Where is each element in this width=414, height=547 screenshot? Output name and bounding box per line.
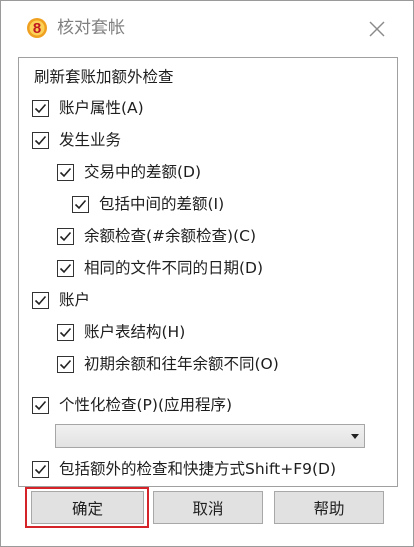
checkmark-icon — [59, 359, 72, 369]
checkbox[interactable] — [32, 99, 49, 117]
close-button[interactable] — [363, 15, 391, 43]
window-title: 核对套帐 — [57, 18, 125, 38]
cancel-button[interactable]: 取消 — [153, 491, 263, 524]
checkbox[interactable] — [72, 195, 89, 213]
option-label: 包括额外的检查和快捷方式Shift+F9(D) — [59, 460, 337, 478]
dialog-window: 8 核对套帐 刷新套账加额外检查 账户属性(A) 发生业务 交易中的差额(D) … — [0, 0, 414, 547]
checkmark-icon — [34, 103, 47, 113]
checkbox[interactable] — [32, 131, 49, 149]
checkbox[interactable] — [32, 460, 49, 478]
checkbox[interactable] — [57, 355, 74, 373]
checkmark-icon — [34, 135, 47, 145]
checkmark-icon — [59, 167, 72, 177]
option-transaction-differences[interactable]: 交易中的差额(D) — [57, 161, 201, 183]
option-extra-checks-shortcut[interactable]: 包括额外的检查和快捷方式Shift+F9(D) — [32, 458, 336, 480]
option-label: 交易中的差额(D) — [84, 163, 202, 181]
option-account-properties[interactable]: 账户属性(A) — [32, 97, 144, 119]
option-label: 发生业务 — [59, 131, 122, 149]
option-label: 初期余额和往年余额不同(O) — [84, 355, 279, 373]
option-same-file-different-dates[interactable]: 相同的文件不同的日期(D) — [57, 257, 263, 279]
dropdown-arrow-icon[interactable] — [351, 434, 359, 439]
option-label: 余额检查(#余额检查)(C) — [84, 227, 256, 245]
checkmark-icon — [59, 327, 72, 337]
title-bar[interactable]: 8 核对套帐 — [1, 1, 413, 57]
checkbox[interactable] — [57, 227, 74, 245]
option-label: 账户表结构(H) — [84, 323, 186, 341]
option-accounts[interactable]: 账户 — [32, 289, 90, 311]
checkbox[interactable] — [32, 396, 49, 414]
close-icon — [369, 21, 385, 37]
checkbox[interactable] — [57, 323, 74, 341]
app-logo-digit: 8 — [33, 20, 41, 37]
option-balance-check[interactable]: 余额检查(#余额检查)(C) — [57, 225, 256, 247]
option-label: 相同的文件不同的日期(D) — [84, 259, 264, 277]
option-transactions[interactable]: 发生业务 — [32, 129, 121, 151]
option-intermediate-differences[interactable]: 包括中间的差额(I) — [72, 193, 224, 215]
option-label: 账户 — [59, 291, 91, 309]
option-opening-balance[interactable]: 初期余额和往年余额不同(O) — [57, 353, 279, 375]
checkmark-icon — [34, 295, 47, 305]
checkmark-icon — [74, 199, 87, 209]
ok-button[interactable]: 确定 — [31, 491, 144, 524]
options-heading: 刷新套账加额外检查 — [34, 68, 174, 86]
checkbox[interactable] — [57, 163, 74, 181]
option-account-structure[interactable]: 账户表结构(H) — [57, 321, 185, 343]
app-logo-icon: 8 — [27, 18, 47, 38]
checkmark-icon — [59, 231, 72, 241]
checkmark-icon — [34, 464, 47, 474]
application-dropdown[interactable] — [55, 424, 365, 448]
option-label: 个性化检查(P)(应用程序) — [59, 396, 233, 414]
help-button[interactable]: 帮助 — [274, 491, 384, 524]
checkbox[interactable] — [57, 259, 74, 277]
option-label: 账户属性(A) — [59, 99, 144, 117]
option-label: 包括中间的差额(I) — [99, 195, 225, 213]
option-custom-check[interactable]: 个性化检查(P)(应用程序) — [32, 394, 232, 416]
checkmark-icon — [34, 400, 47, 410]
checkmark-icon — [59, 263, 72, 273]
checkbox[interactable] — [32, 291, 49, 309]
